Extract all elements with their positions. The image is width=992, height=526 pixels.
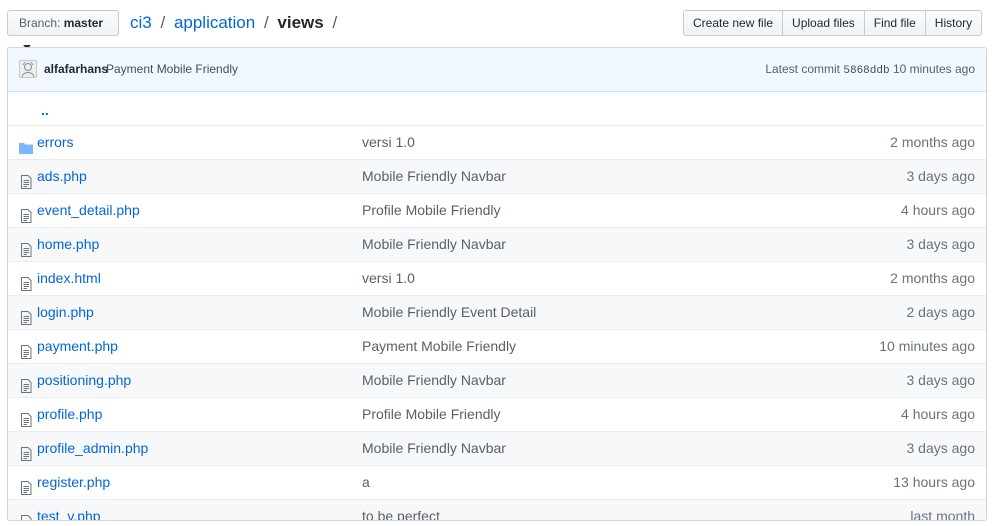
file-row[interactable]: ads.php Mobile Friendly Navbar 3 days ago: [8, 159, 986, 193]
file-icon: [18, 407, 34, 427]
file-age: 3 days ago: [906, 372, 976, 388]
file-name-link[interactable]: test_v.php: [37, 500, 101, 520]
breadcrumb-separator: /: [332, 13, 338, 32]
file-row[interactable]: test_v.php to be perfect last month: [8, 499, 986, 521]
file-age: 2 months ago: [890, 270, 975, 286]
file-commit-message-link[interactable]: Payment Mobile Friendly: [362, 330, 516, 362]
branch-select-button[interactable]: Branch: master: [7, 10, 119, 49]
file-commit-message-link[interactable]: Mobile Friendly Navbar: [362, 160, 506, 192]
commit-sha-link[interactable]: 5868ddb: [843, 65, 889, 77]
breadcrumb-dir-link[interactable]: application: [174, 13, 255, 32]
breadcrumb-separator: /: [263, 13, 269, 32]
commit-age: 10 minutes ago: [892, 62, 975, 76]
file-age: 2 days ago: [906, 304, 976, 320]
file-age: 4 hours ago: [901, 202, 975, 218]
file-row[interactable]: event_detail.php Profile Mobile Friendly 4…: [8, 193, 986, 227]
file-actions: Create new file Upload files Find file H…: [683, 10, 983, 36]
breadcrumb: ci3 / application / views /: [130, 12, 341, 34]
create-new-file-button[interactable]: Create new file: [683, 10, 784, 36]
file-row[interactable]: errors versi 1.0 2 months ago: [8, 125, 986, 159]
file-icon: [18, 169, 34, 189]
commit-author-link[interactable]: alfafarhans: [44, 62, 108, 76]
file-name-link[interactable]: payment.php: [37, 330, 118, 362]
file-icon: [18, 475, 34, 495]
file-age: last month: [910, 508, 975, 521]
breadcrumb-current: views: [277, 13, 324, 32]
file-row[interactable]: profile.php Profile Mobile Friendly 4 hour…: [8, 397, 986, 431]
parent-directory-link[interactable]: ..: [41, 94, 49, 126]
file-age: 4 hours ago: [901, 406, 975, 422]
file-commit-message-link[interactable]: Mobile Friendly Event Detail: [362, 296, 536, 328]
file-name-link[interactable]: register.php: [37, 466, 110, 498]
file-name-link[interactable]: ads.php: [37, 160, 87, 192]
file-row[interactable]: positioning.php Mobile Friendly Navbar 3 d…: [8, 363, 986, 397]
file-commit-message-link[interactable]: Profile Mobile Friendly: [362, 194, 501, 226]
file-age: 13 hours ago: [893, 474, 975, 490]
file-name-link[interactable]: login.php: [37, 296, 94, 328]
commit-message-link[interactable]: Payment Mobile Friendly: [106, 62, 238, 76]
file-icon: [18, 509, 34, 520]
file-commit-message-link[interactable]: versi 1.0: [362, 262, 415, 294]
file-age: 3 days ago: [906, 440, 976, 456]
breadcrumb-repo-link[interactable]: ci3: [130, 13, 152, 32]
file-icon: [18, 373, 34, 393]
file-age: 2 months ago: [890, 134, 975, 150]
file-commit-message-link[interactable]: Profile Mobile Friendly: [362, 398, 501, 430]
file-icon: [18, 203, 34, 223]
file-commit-message-link[interactable]: Mobile Friendly Navbar: [362, 228, 506, 260]
file-name-link[interactable]: home.php: [37, 228, 99, 260]
upload-files-button[interactable]: Upload files: [782, 10, 865, 36]
file-row[interactable]: login.php Mobile Friendly Event Detail 2 d…: [8, 295, 986, 329]
file-name-link[interactable]: positioning.php: [37, 364, 131, 396]
file-row[interactable]: payment.php Payment Mobile Friendly 10 min…: [8, 329, 986, 363]
file-name-link[interactable]: event_detail.php: [37, 194, 140, 226]
file-row[interactable]: profile_admin.php Mobile Friendly Navbar 3…: [8, 431, 986, 465]
file-commit-message-link[interactable]: a: [362, 466, 370, 498]
file-name-link[interactable]: errors: [37, 126, 74, 158]
parent-directory-row[interactable]: ..: [8, 92, 986, 125]
file-row[interactable]: register.php a 13 hours ago: [8, 465, 986, 499]
file-commit-message-link[interactable]: Mobile Friendly Navbar: [362, 364, 506, 396]
latest-commit-info: Latest commit 5868ddb 10 minutes ago: [765, 62, 975, 77]
folder-icon: [18, 135, 34, 154]
file-rows: errors versi 1.0 2 months ago ads.php Mobile…: [8, 125, 986, 521]
file-icon: [18, 237, 34, 257]
file-name-link[interactable]: profile.php: [37, 398, 102, 430]
file-commit-message-link[interactable]: to be perfect: [362, 500, 440, 520]
branch-label: Branch:: [19, 16, 61, 30]
file-navigation: Branch: master ci3 / application / views…: [0, 0, 992, 49]
file-commit-message-link[interactable]: Mobile Friendly Navbar: [362, 432, 506, 464]
breadcrumb-separator: /: [160, 13, 166, 32]
latest-commit-bar: alfafarhans Payment Mobile Friendly Late…: [8, 48, 986, 92]
file-row[interactable]: home.php Mobile Friendly Navbar 3 days ago: [8, 227, 986, 261]
file-icon: [18, 339, 34, 359]
latest-commit-label: Latest commit: [765, 62, 841, 76]
file-commit-message-link[interactable]: versi 1.0: [362, 126, 415, 158]
branch-name: master: [63, 16, 104, 30]
find-file-button[interactable]: Find file: [863, 10, 926, 36]
file-name-link[interactable]: index.html: [37, 262, 101, 294]
file-icon: [18, 271, 34, 291]
file-age: 3 days ago: [906, 168, 976, 184]
file-row[interactable]: index.html versi 1.0 2 months ago: [8, 261, 986, 295]
avatar[interactable]: [19, 60, 37, 78]
file-age: 10 minutes ago: [879, 338, 975, 354]
history-button[interactable]: History: [924, 10, 983, 36]
file-name-link[interactable]: profile_admin.php: [37, 432, 148, 464]
file-icon: [18, 305, 34, 325]
file-age: 3 days ago: [906, 236, 976, 252]
file-icon: [18, 441, 34, 461]
file-list: alfafarhans Payment Mobile Friendly Late…: [7, 47, 987, 521]
